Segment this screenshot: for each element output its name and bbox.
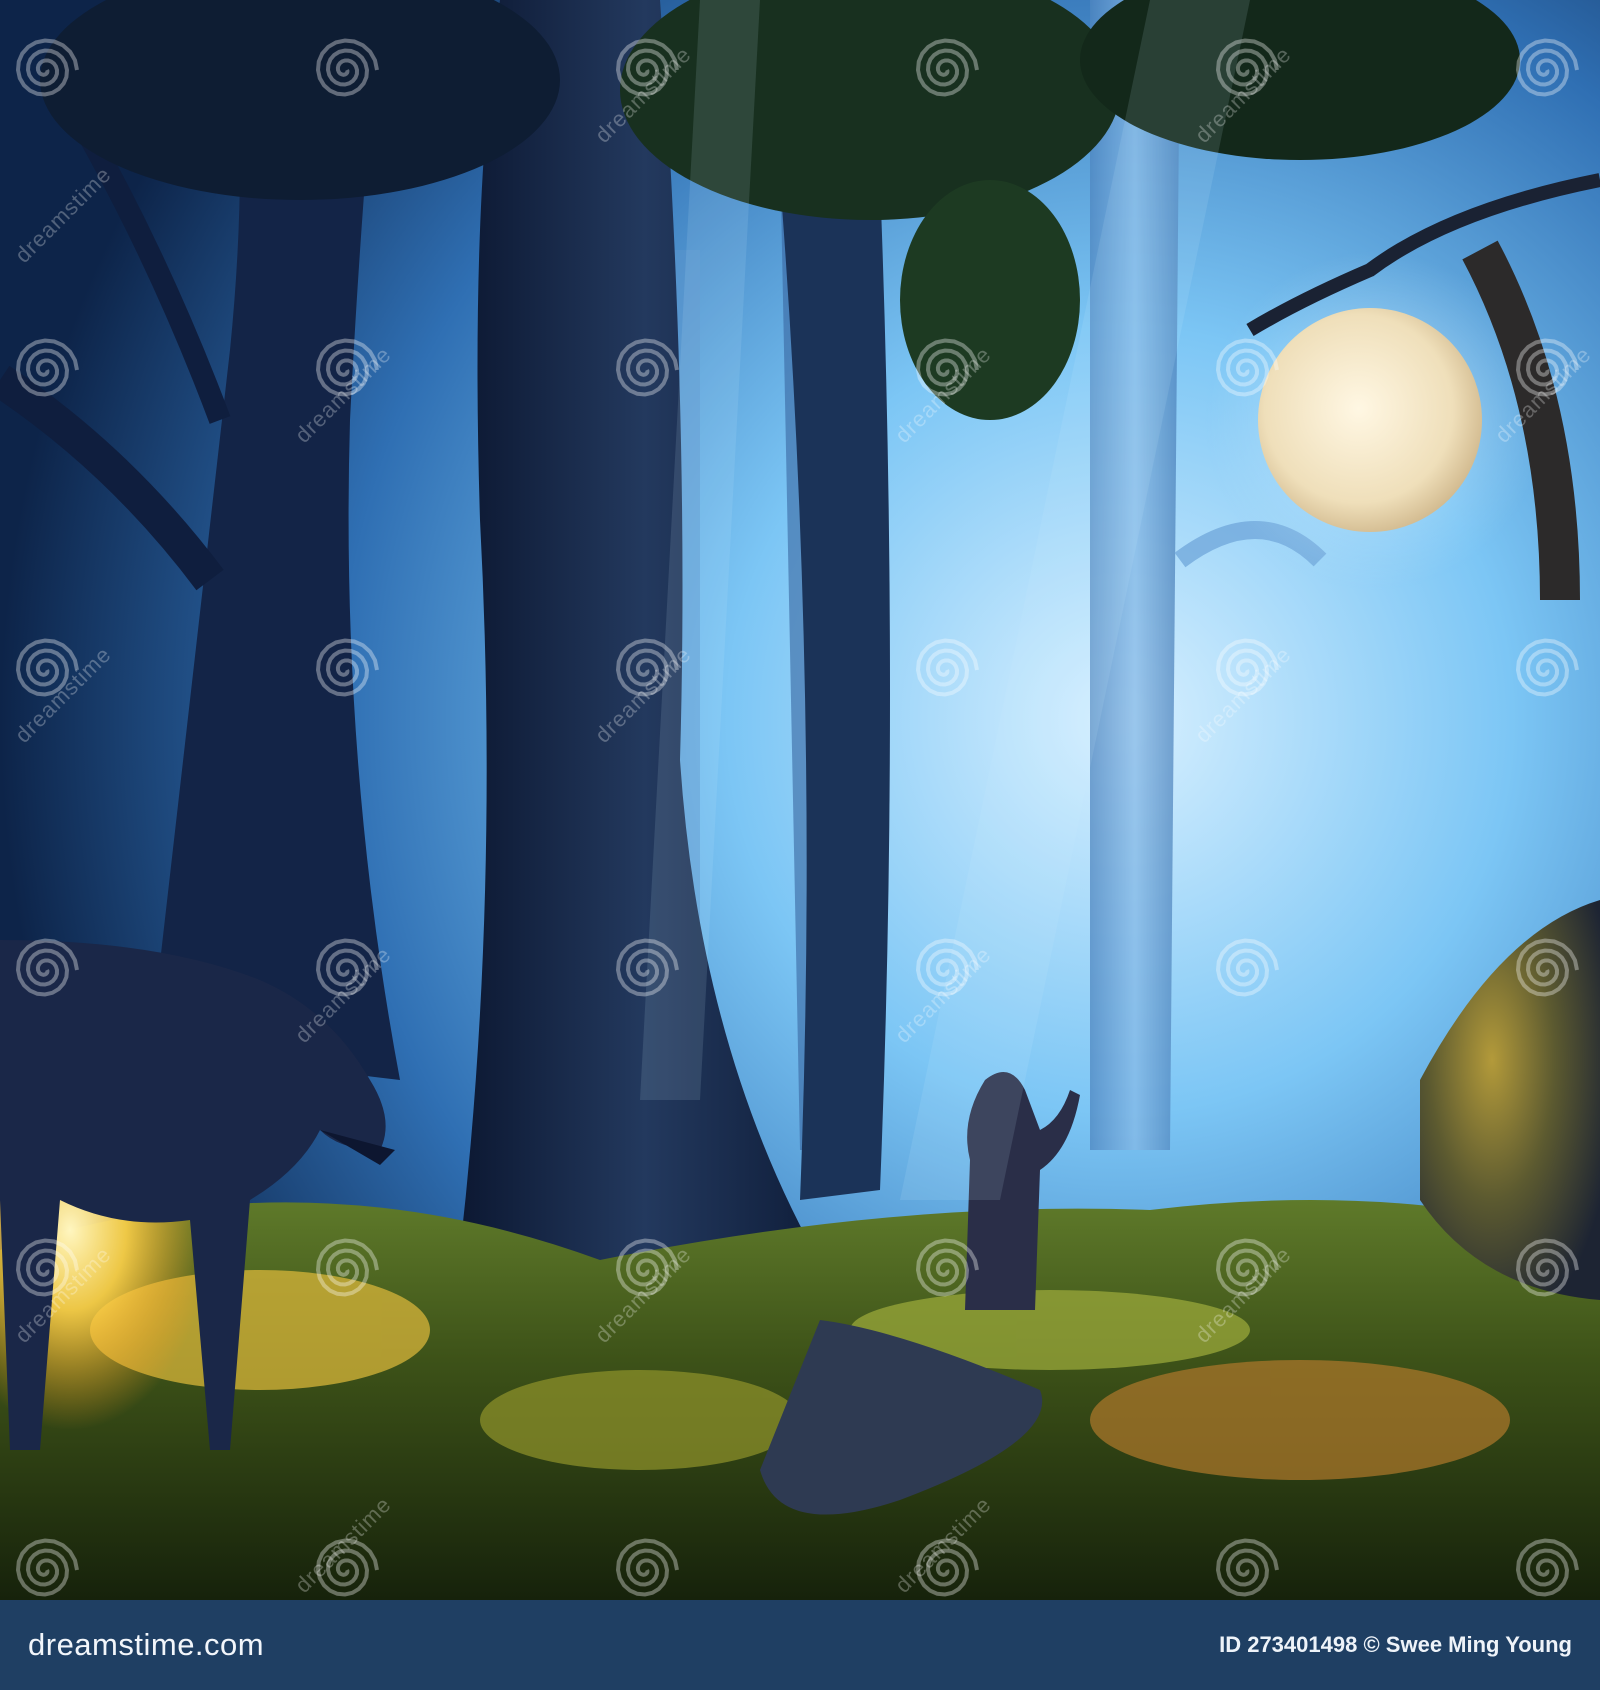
stock-footer-bar: dreamstime.com ID 273401498 © Swee Ming …: [0, 1600, 1600, 1690]
copyright-symbol: ©: [1363, 1632, 1380, 1657]
stock-image-frame: dreamstime dreamstime dreamstime dreamst…: [0, 0, 1600, 1690]
image-credit: ID 273401498 © Swee Ming Young: [1219, 1632, 1572, 1658]
author-name[interactable]: Swee Ming Young: [1386, 1632, 1572, 1657]
image-id: ID 273401498: [1219, 1632, 1358, 1657]
scene-illustration: [0, 0, 1600, 1600]
site-logo[interactable]: dreamstime.com: [28, 1627, 264, 1663]
fantasy-forest-scene: dreamstime dreamstime dreamstime dreamst…: [0, 0, 1600, 1600]
